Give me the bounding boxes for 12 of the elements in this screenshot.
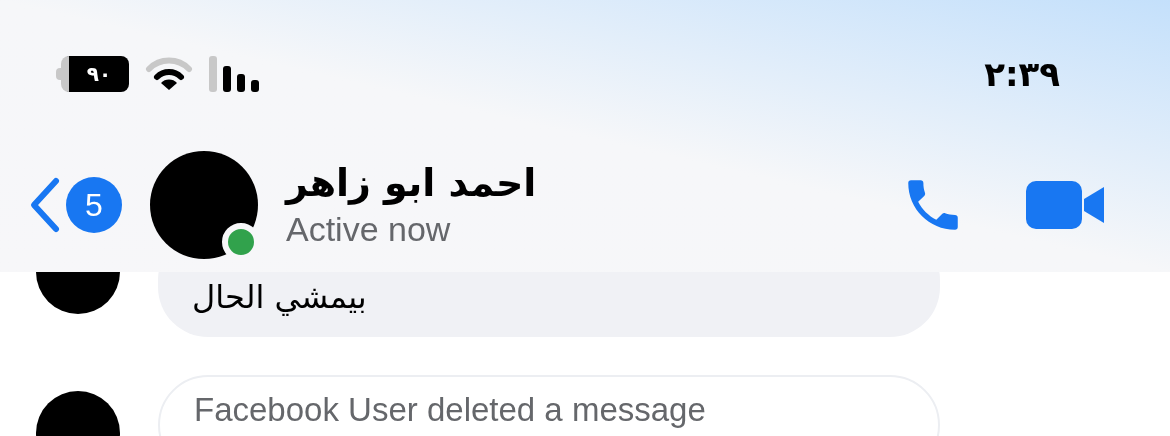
back-chevron-icon xyxy=(28,175,62,235)
unread-count-badge: 5 xyxy=(66,177,122,233)
video-camera-icon xyxy=(1026,179,1106,231)
wifi-icon xyxy=(145,56,193,92)
signal-icon xyxy=(209,56,261,92)
battery-indicator: ٩٠ xyxy=(61,56,129,92)
battery-cap xyxy=(56,68,61,80)
contact-name: احمد ابو زاهر xyxy=(286,160,537,207)
deleted-message-bubble: Facebook User deleted a message xyxy=(158,375,940,436)
video-call-button[interactable] xyxy=(1026,179,1106,231)
back-button[interactable]: 5 xyxy=(28,175,122,235)
clock-time: ٢:٣٩ xyxy=(984,52,1060,96)
